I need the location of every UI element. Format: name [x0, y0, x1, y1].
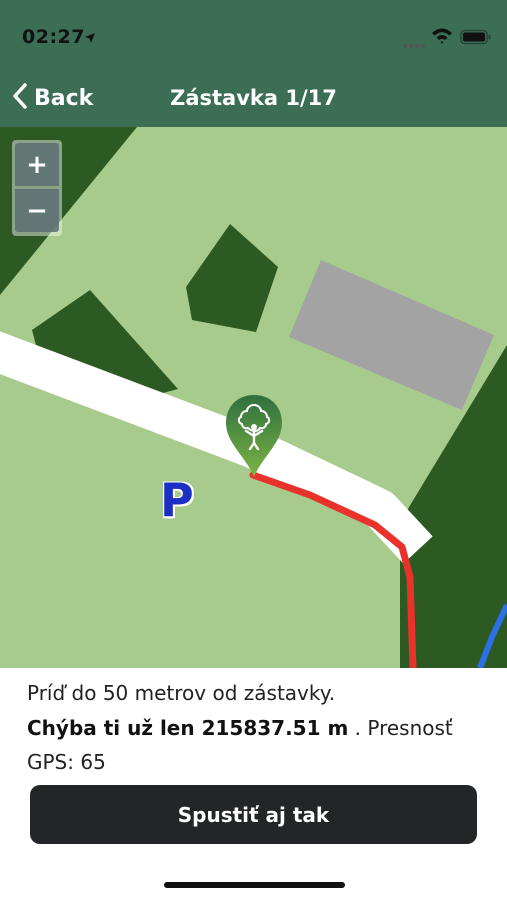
page-title: Zástavka 1/17 [170, 86, 337, 110]
parking-label: P [160, 473, 194, 527]
signal-icon [402, 34, 426, 53]
distance-remaining: Chýba ti už len 215837.51 m [27, 716, 349, 740]
map-view[interactable]: + − P [0, 127, 507, 668]
app-header: 02:27 Back Zástavka 1/17 [0, 0, 507, 127]
zoom-in-button[interactable]: + [15, 143, 59, 186]
building [289, 260, 494, 410]
start-anyway-button[interactable]: Spustiť aj tak [30, 785, 477, 844]
location-arrow-icon [84, 29, 96, 48]
status-bar: 02:27 [0, 0, 507, 70]
zoom-controls: + − [12, 140, 62, 236]
gps-accuracy: GPS: 65 [27, 750, 106, 774]
wifi-icon [431, 27, 453, 49]
home-indicator[interactable] [164, 882, 345, 888]
distance-text: Chýba ti už len 215837.51 m . Presnosť [27, 710, 487, 746]
navigation-bar: Back Zástavka 1/17 [0, 70, 507, 127]
battery-icon [460, 29, 492, 49]
status-time: 02:27 [22, 26, 85, 48]
distance-info: Príď do 50 metrov od zástavky. Chýba ti … [27, 676, 487, 778]
zoom-out-button[interactable]: − [15, 189, 59, 232]
road [0, 331, 433, 564]
tree-person-marker-icon[interactable] [224, 393, 284, 483]
forest-area [186, 224, 278, 332]
instruction-text: Príď do 50 metrov od zástavky. [27, 681, 336, 705]
accuracy-label: . Presnosť [348, 716, 453, 740]
